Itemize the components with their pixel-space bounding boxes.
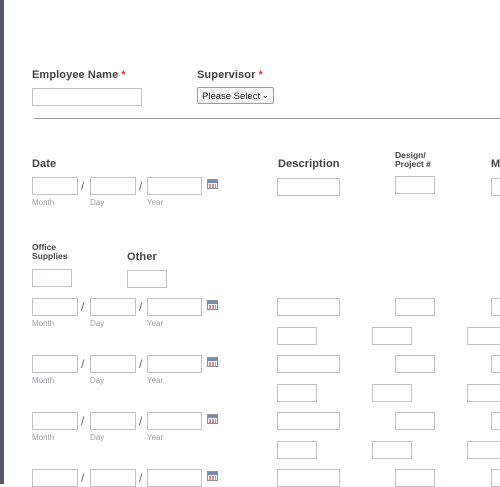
day-sublabel: Day [90,198,105,207]
supervisor-select-value: Please Select [202,91,261,102]
required-mark: * [258,69,263,81]
section-divider [34,118,500,119]
design-project-input[interactable] [395,355,435,373]
calendar-icon[interactable] [207,414,218,424]
description-input[interactable] [277,178,340,196]
date-separator: / [81,357,85,371]
date-separator: / [139,357,143,371]
other-input[interactable] [372,384,412,402]
year-sublabel: Year [147,376,164,385]
office-supplies-input[interactable] [277,441,317,459]
extra-input[interactable] [467,441,500,459]
description-input[interactable] [277,298,340,316]
office-supplies-input[interactable] [32,269,72,287]
day-sublabel: Day [90,433,105,442]
description-input[interactable] [277,355,340,373]
day-input[interactable] [90,298,136,316]
extra-input[interactable] [467,327,500,345]
description-input[interactable] [277,469,340,487]
design-project-input[interactable] [395,176,435,194]
year-sublabel: Year [147,198,164,207]
date-separator: / [81,300,85,314]
design-project-input[interactable] [395,412,435,430]
month-input[interactable] [32,298,78,316]
date-separator: / [139,300,143,314]
design-project-input[interactable] [395,298,435,316]
cut-column-input[interactable] [491,298,500,316]
year-input[interactable] [147,355,202,373]
month-sublabel: Month [32,319,55,328]
date-separator: / [139,179,143,193]
office-supplies-input[interactable] [277,327,317,345]
cut-column-input[interactable] [491,412,500,430]
day-input[interactable] [90,469,136,487]
employee-name-label: Employee Name * [32,69,126,81]
description-label: Description [278,158,340,170]
other-input[interactable] [127,270,167,288]
cut-column-label: M [491,158,500,170]
year-sublabel: Year [147,433,164,442]
month-input[interactable] [32,355,78,373]
month-sublabel: Month [32,376,55,385]
supervisor-label-text: Supervisor [197,69,256,81]
required-mark: * [121,69,126,81]
month-input[interactable] [32,469,78,487]
office-supplies-input[interactable] [277,384,317,402]
year-input[interactable] [147,469,202,487]
calendar-icon[interactable] [207,179,218,189]
cut-column-input[interactable] [491,355,500,373]
month-input[interactable] [32,412,78,430]
date-separator: / [139,471,143,485]
day-sublabel: Day [90,319,105,328]
other-label: Other [127,251,157,263]
cut-column-input[interactable] [491,469,500,487]
description-input[interactable] [277,412,340,430]
office-supplies-label-line2: Supplies [32,251,68,261]
employee-name-input[interactable] [32,88,142,106]
supervisor-select[interactable]: Please Select ⌄ [197,87,274,104]
month-sublabel: Month [32,198,55,207]
cut-column-input[interactable] [491,178,500,196]
year-input[interactable] [147,177,202,195]
date-separator: / [139,414,143,428]
design-project-label: Design/ Project # [395,151,431,169]
year-sublabel: Year [147,319,164,328]
date-separator: / [81,471,85,485]
month-sublabel: Month [32,433,55,442]
calendar-icon[interactable] [207,300,218,310]
employee-name-label-text: Employee Name [32,69,119,81]
day-input[interactable] [90,177,136,195]
date-separator: / [81,414,85,428]
year-input[interactable] [147,298,202,316]
calendar-icon[interactable] [207,357,218,367]
left-border [0,0,4,484]
year-input[interactable] [147,412,202,430]
month-input[interactable] [32,177,78,195]
day-input[interactable] [90,412,136,430]
extra-input[interactable] [467,384,500,402]
day-sublabel: Day [90,376,105,385]
date-separator: / [81,179,85,193]
calendar-icon[interactable] [207,471,218,481]
design-project-input[interactable] [395,469,435,487]
chevron-down-icon: ⌄ [261,90,269,100]
date-label: Date [32,158,57,170]
other-input[interactable] [372,441,412,459]
office-supplies-label: Office Supplies [32,243,67,261]
supervisor-label: Supervisor * [197,69,263,81]
day-input[interactable] [90,355,136,373]
design-project-label-line2: Project # [395,159,431,169]
other-input[interactable] [372,327,412,345]
